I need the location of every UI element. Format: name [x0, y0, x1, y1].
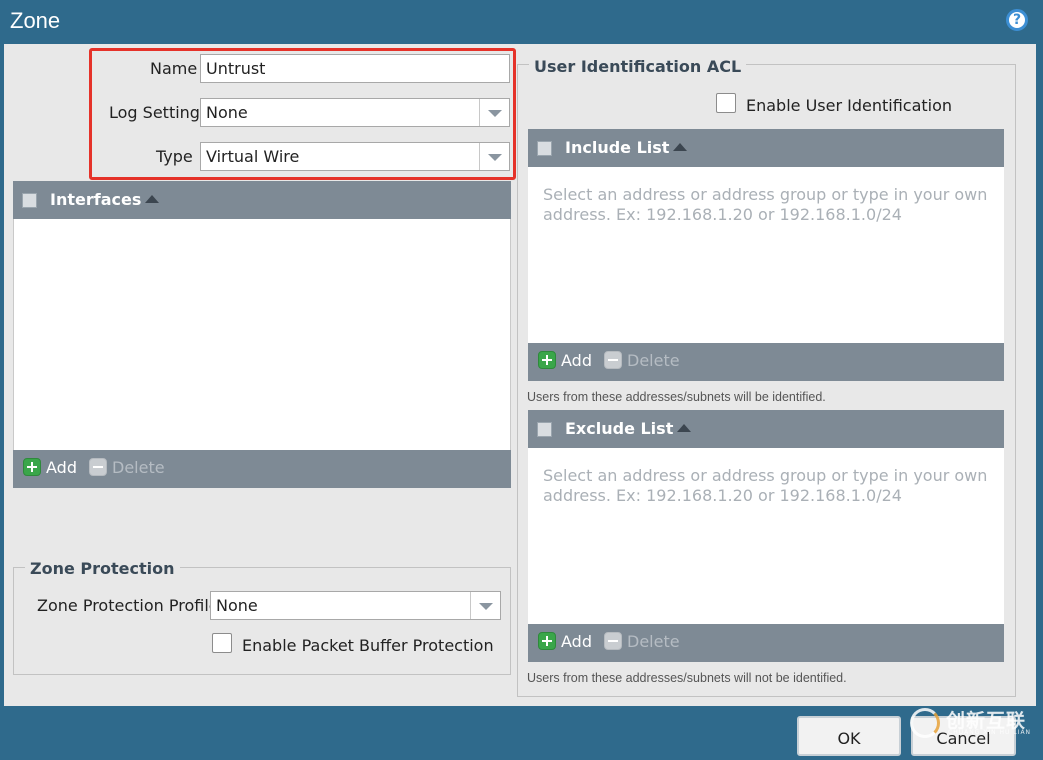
delete-label: Delete — [627, 632, 680, 651]
include-list[interactable]: Select an address or address group or ty… — [528, 167, 1004, 343]
user-id-acl-legend: User Identification ACL — [529, 57, 747, 76]
exclude-note: Users from these addresses/subnets will … — [527, 671, 847, 685]
include-placeholder-line2: address. Ex: 192.168.1.20 or 192.168.1.0… — [543, 205, 902, 224]
sort-asc-icon — [677, 424, 692, 432]
interfaces-sort[interactable]: Interfaces — [50, 190, 160, 209]
interfaces-toolbar: Add Delete — [13, 450, 511, 488]
exclude-list-header-label: Exclude List — [565, 419, 674, 438]
include-list-header: Include List — [528, 129, 1004, 167]
zone-protection-profile-label: Zone Protection Profile — [37, 596, 219, 615]
interfaces-delete-button[interactable]: Delete — [89, 458, 165, 477]
exclude-select-all-checkbox[interactable] — [537, 422, 552, 437]
include-select-all-checkbox[interactable] — [537, 141, 552, 156]
zone-protection-profile-value: None — [216, 596, 258, 615]
title-bar — [0, 0, 1043, 44]
delete-label: Delete — [627, 351, 680, 370]
plus-icon — [538, 632, 556, 650]
dialog-title: Zone — [10, 8, 61, 33]
watermark: 创新互联 CHUANG XIN HU LIAN — [906, 702, 1040, 742]
plus-icon — [23, 458, 41, 476]
include-delete-button[interactable]: Delete — [604, 351, 680, 370]
exclude-list-sort[interactable]: Exclude List — [565, 419, 692, 438]
delete-label: Delete — [112, 458, 165, 477]
sort-asc-icon — [145, 195, 160, 203]
add-label: Add — [561, 351, 592, 370]
interfaces-header: Interfaces — [13, 181, 511, 219]
packet-buffer-label: Enable Packet Buffer Protection — [242, 636, 494, 655]
exclude-placeholder-line1: Select an address or address group or ty… — [543, 466, 988, 485]
packet-buffer-checkbox[interactable] — [212, 633, 232, 653]
zone-protection-group — [13, 567, 511, 675]
exclude-list[interactable]: Select an address or address group or ty… — [528, 448, 1004, 624]
zone-protection-legend: Zone Protection — [25, 559, 180, 578]
select-all-checkbox[interactable] — [22, 193, 37, 208]
highlight-box — [89, 48, 516, 180]
interfaces-header-label: Interfaces — [50, 190, 142, 209]
chevron-down-icon[interactable] — [470, 592, 500, 619]
exclude-placeholder-line2: address. Ex: 192.168.1.20 or 192.168.1.0… — [543, 486, 902, 505]
minus-icon — [604, 632, 622, 650]
help-icon[interactable]: ? — [1006, 9, 1028, 31]
add-label: Add — [46, 458, 77, 477]
enable-user-id-label: Enable User Identification — [746, 96, 953, 115]
exclude-add-button[interactable]: Add — [538, 632, 592, 651]
add-label: Add — [561, 632, 592, 651]
watermark-subtext: CHUANG XIN HU LIAN — [948, 729, 1032, 736]
include-list-toolbar: Add Delete — [528, 343, 1004, 381]
zone-protection-profile-select[interactable]: None — [210, 591, 501, 620]
include-list-sort[interactable]: Include List — [565, 138, 688, 157]
include-note: Users from these addresses/subnets will … — [527, 390, 826, 404]
include-add-button[interactable]: Add — [538, 351, 592, 370]
enable-user-id-checkbox[interactable] — [716, 93, 736, 113]
interfaces-list — [13, 219, 511, 450]
exclude-delete-button[interactable]: Delete — [604, 632, 680, 651]
include-placeholder-line1: Select an address or address group or ty… — [543, 185, 988, 204]
plus-icon — [538, 351, 556, 369]
include-list-header-label: Include List — [565, 138, 670, 157]
exclude-list-toolbar: Add Delete — [528, 624, 1004, 662]
interfaces-add-button[interactable]: Add — [23, 458, 77, 477]
exclude-list-header: Exclude List — [528, 410, 1004, 448]
minus-icon — [604, 351, 622, 369]
minus-icon — [89, 458, 107, 476]
watermark-logo-icon — [910, 708, 940, 738]
ok-button[interactable]: OK — [797, 716, 901, 756]
sort-asc-icon — [673, 143, 688, 151]
